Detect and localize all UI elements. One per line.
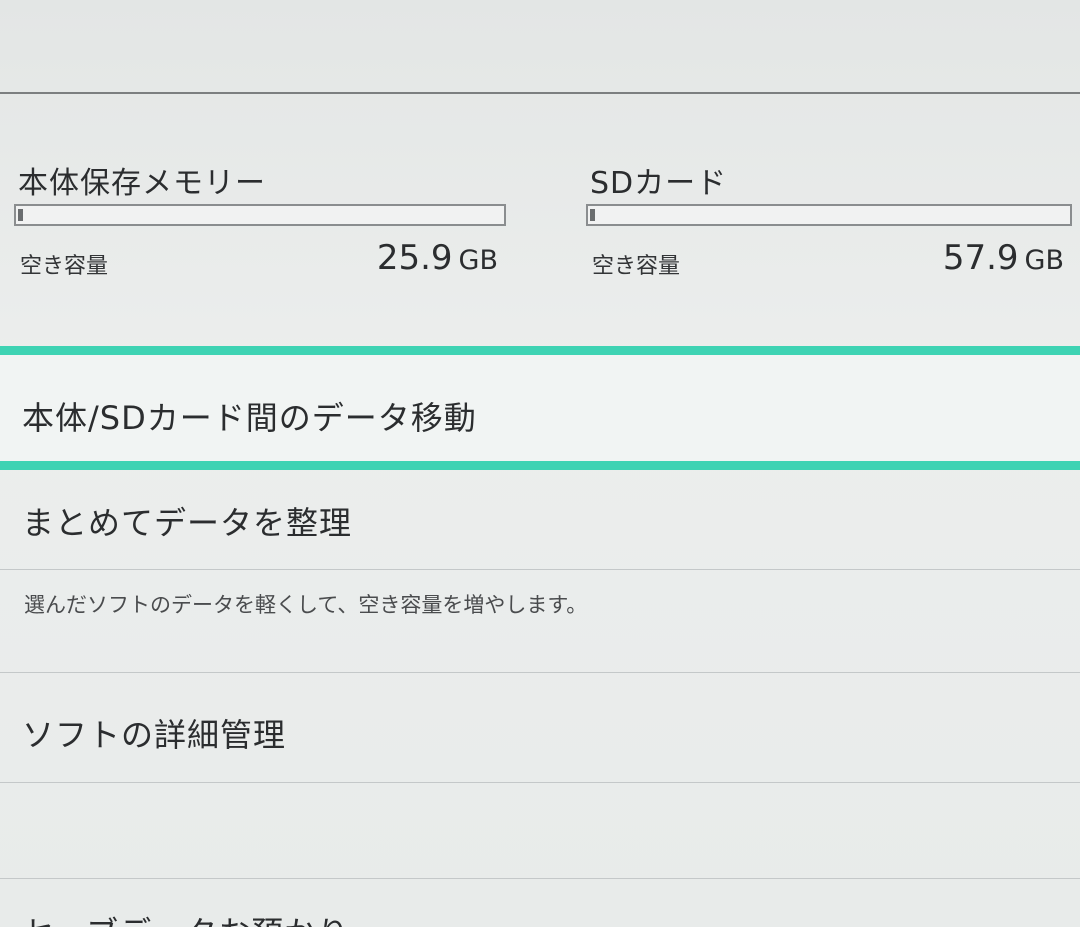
software-details-label: ソフトの詳細管理 <box>22 716 287 754</box>
sd-storage-bar <box>586 204 1072 226</box>
sd-free-label: 空き容量 <box>592 254 681 279</box>
move-data-menu-item[interactable]: 本体/SDカード間のデータ移動 <box>0 346 1080 470</box>
save-data-cloud-label: セーブデータお預かり <box>22 908 350 927</box>
internal-free-value: 25.9 GB <box>377 238 498 278</box>
internal-storage-title: 本体保存メモリー <box>18 166 266 201</box>
software-details-menu-item[interactable]: ソフトの詳細管理 <box>0 674 1080 782</box>
section-divider <box>0 672 1080 673</box>
sd-storage-bar-fill <box>590 209 595 221</box>
header-divider <box>0 92 1080 94</box>
internal-storage-bar <box>14 204 506 226</box>
data-management-screen: 本体保存メモリー 空き容量 25.9 GB SDカード 空き容量 57.9 GB 本… <box>0 0 1080 927</box>
sd-free-unit: GB <box>1024 245 1064 276</box>
internal-free-label: 空き容量 <box>20 254 109 279</box>
organize-data-menu-item[interactable]: まとめてデータを整理 <box>0 470 1080 570</box>
internal-storage-bar-fill <box>18 209 23 221</box>
internal-free-number: 25.9 <box>376 238 453 278</box>
internal-free-unit: GB <box>458 245 498 276</box>
sd-free-number: 57.9 <box>942 238 1019 278</box>
sd-storage-title: SDカード <box>590 166 728 201</box>
move-data-label: 本体/SDカード間のデータ移動 <box>22 399 477 437</box>
sd-free-value: 57.9 GB <box>943 238 1064 278</box>
section-divider <box>0 782 1080 783</box>
save-data-cloud-menu-item[interactable]: セーブデータお預かり <box>0 880 1080 927</box>
organize-data-description: 選んだソフトのデータを軽くして、空き容量を増やします。 <box>24 593 588 617</box>
organize-data-label: まとめてデータを整理 <box>22 504 353 542</box>
section-divider <box>0 878 1080 879</box>
